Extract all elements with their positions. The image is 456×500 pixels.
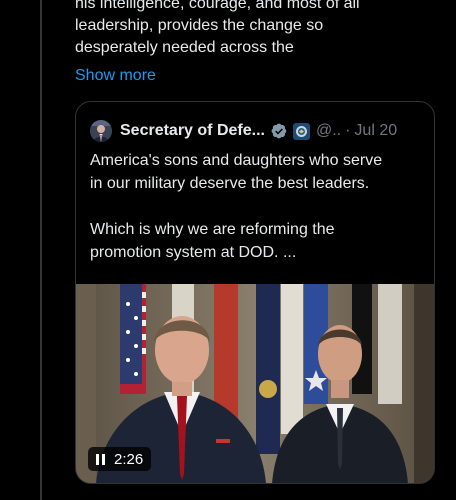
quote-text-line: America's sons and daughters who serve — [90, 152, 383, 169]
post-date[interactable]: Jul 20 — [354, 122, 397, 140]
post-text-line: his intelligence, courage, and most of a… — [75, 0, 360, 12]
pause-icon — [96, 453, 105, 465]
post-body: his intelligence, courage, and most of a… — [75, 0, 445, 59]
quoted-author-name[interactable]: Secretary of Defe... — [120, 122, 265, 140]
quoted-post-body: America's sons and daughters who serve i… — [90, 149, 424, 264]
quoted-author-handle[interactable]: @.. — [316, 122, 341, 140]
video-duration: 2:26 — [114, 450, 144, 468]
video-player[interactable]: 2:26 — [76, 284, 434, 483]
post-text-line: leadership, provides the change so — [75, 17, 324, 34]
quote-text-line: Which is why we are reforming the — [90, 221, 335, 238]
post-text-line: desperately needed across the — [75, 39, 294, 56]
thread-connector-line — [40, 0, 42, 500]
verified-badge-icon — [270, 122, 288, 140]
avatar[interactable] — [90, 120, 112, 142]
video-duration-badge[interactable]: 2:26 — [88, 447, 152, 471]
quoted-post-card[interactable]: Secretary of Defe... @.. · Jul 20 Americ… — [75, 101, 435, 484]
show-more-link[interactable]: Show more — [75, 65, 156, 87]
quoted-post-header: Secretary of Defe... @.. · Jul 20 — [90, 118, 430, 144]
quote-text-line: in our military deserve the best leaders… — [90, 175, 370, 192]
separator-dot: · — [345, 122, 351, 139]
quote-text-line: promotion system at DOD. ... — [90, 244, 297, 261]
government-seal-icon — [292, 122, 310, 140]
